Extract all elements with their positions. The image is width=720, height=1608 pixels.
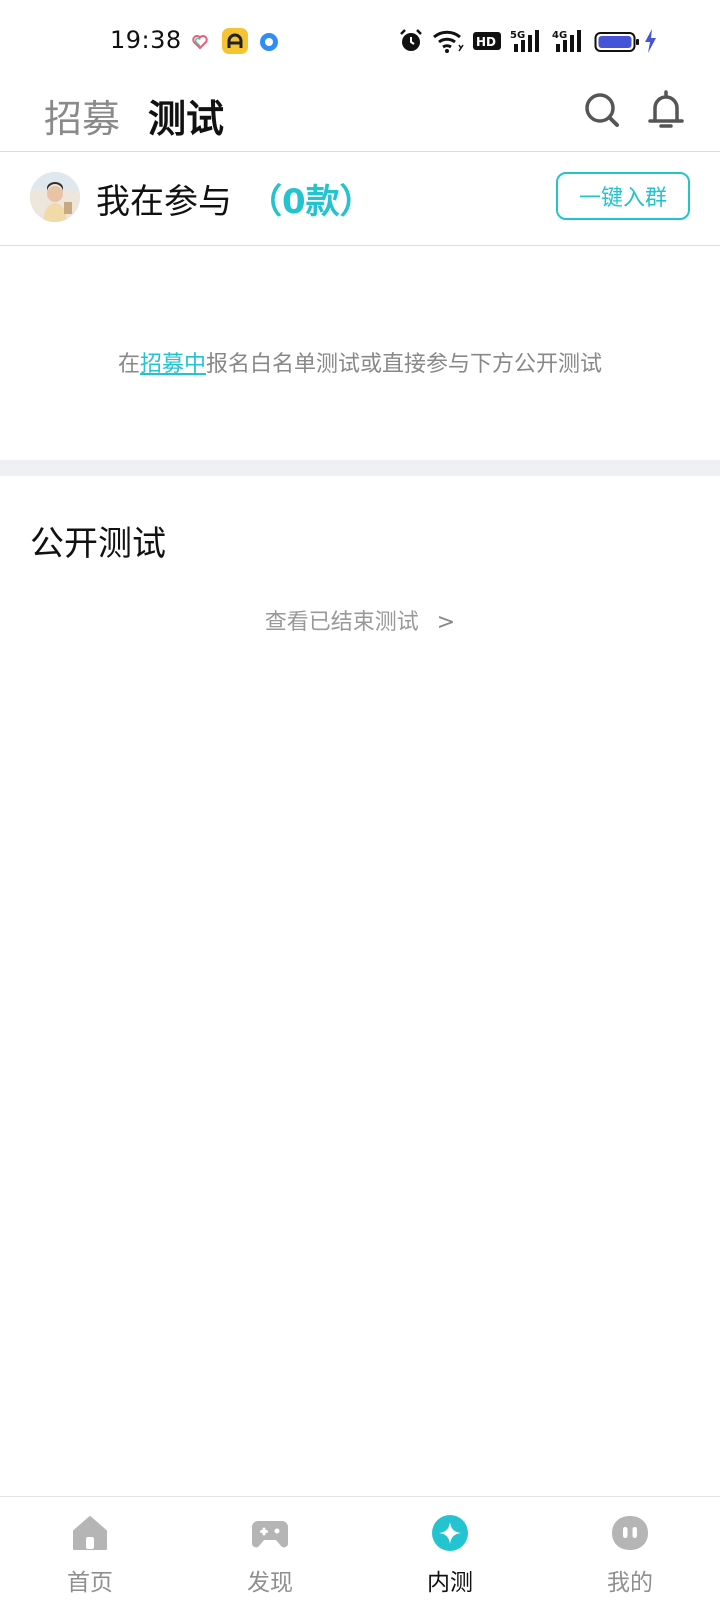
avatar[interactable]	[30, 172, 80, 222]
empty-hint: 在招募中报名白名单测试或直接参与下方公开测试	[0, 346, 720, 378]
nav-label-discover: 发现	[247, 1570, 293, 1596]
wifi-icon	[433, 30, 464, 53]
chevron-right-icon: >	[436, 610, 456, 635]
app-a-icon	[222, 28, 248, 54]
hd-label: HD	[476, 35, 496, 49]
beta-test-icon	[432, 1515, 468, 1551]
section-divider	[0, 460, 720, 476]
battery-icon	[594, 32, 639, 52]
participating-row: 我在参与 （0款） 一键入群	[0, 152, 720, 246]
hint-prefix: 在	[117, 352, 140, 377]
hd-icon: HD	[473, 32, 501, 50]
search-icon[interactable]	[582, 88, 622, 132]
view-ended-label: 查看已结束测试	[264, 610, 419, 635]
signal-5g-icon: 5G	[510, 30, 539, 52]
view-ended-tests-link[interactable]: 查看已结束测试 >	[0, 604, 720, 636]
net1-label: 5G	[510, 30, 525, 41]
heart-icon	[192, 35, 208, 50]
nav-label-beta: 内测	[427, 1570, 473, 1596]
public-test-title: 公开测试	[30, 524, 166, 564]
top-header: 招募 测试	[0, 84, 720, 152]
join-group-button[interactable]: 一键入群	[556, 172, 690, 220]
status-time: 19:38	[110, 26, 182, 54]
blue-dot-icon	[260, 33, 278, 51]
nav-label-profile: 我的	[607, 1570, 653, 1596]
tab-recruit[interactable]: 招募	[44, 88, 120, 143]
nav-item-profile[interactable]: 我的	[540, 1497, 720, 1608]
home-icon	[73, 1516, 107, 1550]
recruit-link[interactable]: 招募中	[140, 352, 206, 377]
gamepad-icon	[251, 1521, 289, 1548]
bottom-nav: 首页 发现 内测 我的	[0, 1496, 720, 1608]
status-bar: 19:38 HD 5G 4G	[0, 0, 720, 84]
tab-test[interactable]: 测试	[148, 88, 224, 143]
bell-icon[interactable]	[646, 88, 686, 132]
participating-count: （0款）	[248, 182, 374, 222]
alarm-icon	[400, 29, 422, 51]
hint-suffix: 报名白名单测试或直接参与下方公开测试	[206, 352, 603, 377]
signal-4g-icon: 4G	[552, 30, 581, 52]
participating-title: 我在参与	[96, 182, 232, 222]
nav-item-discover[interactable]: 发现	[180, 1497, 360, 1608]
nav-item-beta[interactable]: 内测	[360, 1497, 540, 1608]
charging-icon	[645, 29, 656, 53]
net2-label: 4G	[552, 30, 567, 41]
nav-label-home: 首页	[67, 1570, 113, 1596]
nav-item-home[interactable]: 首页	[0, 1497, 180, 1608]
profile-icon	[612, 1516, 648, 1550]
